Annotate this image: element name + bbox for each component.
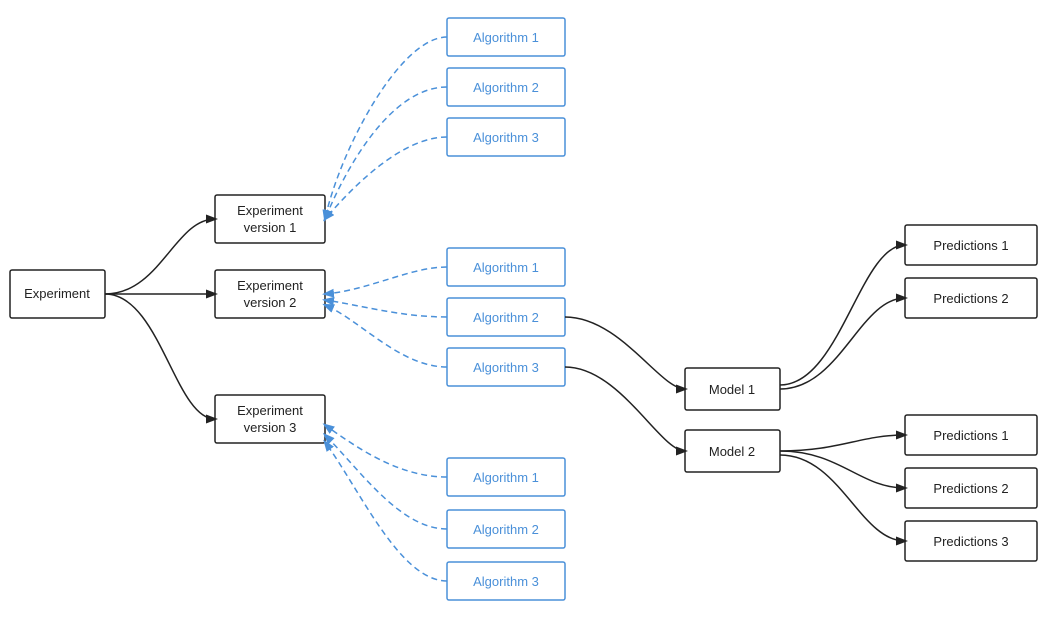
alg1-v2: Algorithm 1 bbox=[473, 260, 539, 275]
exp-v1-label: Experiment bbox=[237, 203, 303, 218]
exp-v1-label2: version 1 bbox=[244, 220, 297, 235]
exp-v3-label: Experiment bbox=[237, 403, 303, 418]
pred1-m2: Predictions 1 bbox=[933, 428, 1008, 443]
alg3-v1: Algorithm 3 bbox=[473, 130, 539, 145]
alg3-v2: Algorithm 3 bbox=[473, 360, 539, 375]
alg2-v1: Algorithm 2 bbox=[473, 80, 539, 95]
pred1-m1: Predictions 1 bbox=[933, 238, 1008, 253]
alg1-v1: Algorithm 1 bbox=[473, 30, 539, 45]
experiment-label: Experiment bbox=[24, 286, 90, 301]
exp-v2-label2: version 2 bbox=[244, 295, 297, 310]
model1-label: Model 1 bbox=[709, 382, 755, 397]
exp-v2-label: Experiment bbox=[237, 278, 303, 293]
exp-v3-label2: version 3 bbox=[244, 420, 297, 435]
pred2-m1: Predictions 2 bbox=[933, 291, 1008, 306]
alg2-v2: Algorithm 2 bbox=[473, 310, 539, 325]
alg3-v3: Algorithm 3 bbox=[473, 574, 539, 589]
model2-label: Model 2 bbox=[709, 444, 755, 459]
alg1-v3: Algorithm 1 bbox=[473, 470, 539, 485]
pred2-m2: Predictions 2 bbox=[933, 481, 1008, 496]
alg2-v3: Algorithm 2 bbox=[473, 522, 539, 537]
pred3-m2: Predictions 3 bbox=[933, 534, 1008, 549]
